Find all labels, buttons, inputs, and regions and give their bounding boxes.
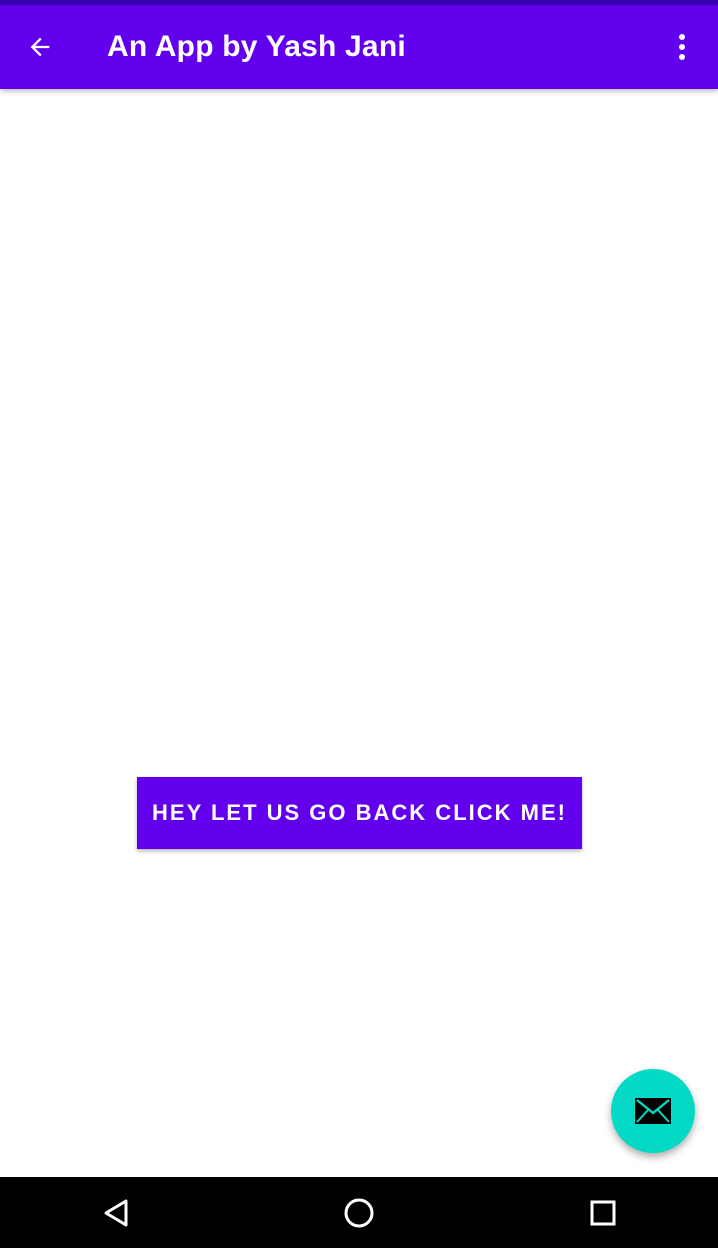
nav-home-circle-icon [343, 1197, 375, 1229]
overflow-menu-button[interactable] [656, 21, 708, 73]
email-icon [634, 1097, 672, 1125]
arrow-back-icon [26, 33, 54, 61]
system-nav-bar [0, 1177, 718, 1248]
nav-home-button[interactable] [334, 1188, 384, 1238]
main-content: HEY LET US GO BACK CLICK ME! [0, 89, 718, 1177]
back-button[interactable] [14, 21, 66, 73]
nav-back-button[interactable] [91, 1188, 141, 1238]
app-title: An App by Yash Jani [107, 30, 406, 63]
app-bar: An App by Yash Jani [0, 5, 718, 89]
nav-back-triangle-icon [102, 1198, 130, 1228]
go-back-button[interactable]: HEY LET US GO BACK CLICK ME! [137, 777, 582, 849]
email-fab[interactable] [611, 1069, 695, 1153]
more-vert-icon [677, 33, 687, 61]
nav-recents-square-icon [590, 1200, 616, 1226]
nav-recents-button[interactable] [578, 1188, 628, 1238]
app-screen: An App by Yash Jani HEY LET US GO BACK C… [0, 0, 718, 1248]
